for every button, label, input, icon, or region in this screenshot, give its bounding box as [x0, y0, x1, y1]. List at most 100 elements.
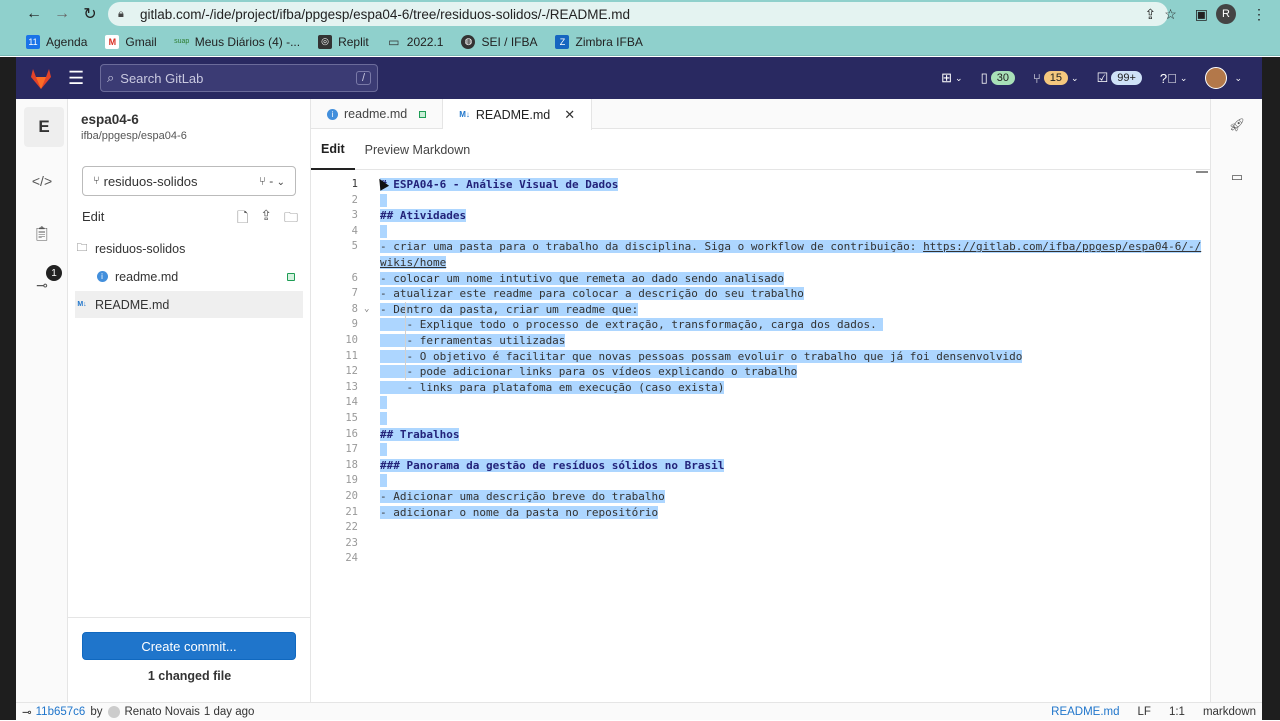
bookmark-replit[interactable]: ◎ Replit [318, 34, 369, 49]
markdown-icon: M↓ [459, 110, 470, 119]
search-input[interactable]: ⌕ Search GitLab / [100, 64, 378, 92]
code-text [380, 224, 387, 240]
bookmark-sei[interactable]: ◍ SEI / IFBA [461, 34, 538, 49]
bookmark-label: SEI / IFBA [481, 34, 538, 49]
zimbra-icon: Z [555, 34, 570, 49]
commit-sha[interactable]: 11b657c6 [36, 706, 86, 718]
code-line: 19 [311, 473, 1196, 489]
branch-selector[interactable]: ⑂ residuos-solidos ⑂ - ⌄ [82, 166, 296, 196]
window-edge-right [1262, 57, 1280, 720]
tab-readme-lower[interactable]: i readme.md [311, 99, 444, 129]
selected-text: ### Panorama da gestão de resíduos sólid… [380, 458, 725, 472]
tab-label: README.md [475, 107, 551, 122]
review-clipboard-icon[interactable]: 📋︎ [32, 223, 52, 243]
replit-icon: ◎ [318, 34, 333, 49]
code-text: ## Trabalhos [380, 427, 460, 443]
info-icon: i [327, 108, 338, 120]
hamburger-menu-icon[interactable]: ☰ [68, 68, 90, 89]
code-icon[interactable]: </> [32, 171, 52, 191]
merge-requests-button[interactable]: ⑂ 15 ⌄ [1033, 71, 1079, 86]
user-avatar [1205, 67, 1228, 89]
status-right: README.md LF 1:1 markdown [1051, 703, 1256, 721]
chevron-down-icon: ⌄ [1179, 72, 1188, 83]
code-line: 16 ## Trabalhos [311, 427, 1196, 443]
bookmark-folder[interactable]: ▭ 2022.1 [387, 35, 443, 49]
suap-icon: suap [174, 38, 190, 45]
selected-text: - criar uma pasta para o trabalho da dis… [380, 240, 924, 254]
selected-text: - Adicionar uma descrição breve do traba… [380, 490, 665, 503]
profile-avatar[interactable]: R [1216, 4, 1236, 24]
project-name[interactable]: espa04-6 [81, 112, 139, 127]
share-icon[interactable]: ⇪ [1144, 6, 1156, 23]
todos-button[interactable]: ☑ 99+ [1097, 70, 1142, 86]
bookmark-label: Meus Diários (4) -... [194, 34, 301, 49]
tree-actions: 🗋︎ ⇪ 🗀︎ [237, 207, 298, 231]
search-placeholder: Search GitLab [120, 70, 204, 86]
gitlab-logo-icon[interactable] [28, 65, 54, 91]
reload-icon[interactable]: ↻ [76, 0, 104, 28]
selected-text: - colocar um nome intutivo que remeta ao… [380, 271, 784, 285]
sidepanel-icon[interactable]: ▣ [1195, 6, 1208, 23]
line-number: 21 [345, 505, 358, 518]
tree-item-folder[interactable]: 🗀︎ residuos-solidos [75, 235, 303, 262]
terminal-icon[interactable]: ▭ [1229, 169, 1245, 185]
code-line: 7 - atualizar este readme para colocar a … [311, 286, 1196, 302]
tree-item-readme-upper[interactable]: M↓ README.md [75, 291, 303, 318]
upload-icon[interactable]: ⇪ [260, 207, 272, 231]
tab-label: readme.md [344, 107, 408, 121]
status-position: 1:1 [1168, 706, 1185, 718]
line-number: 19 [345, 474, 358, 487]
url-text: gitlab.com/-/ide/project/ifba/ppgesp/esp… [140, 6, 630, 22]
selected-text: ## Atividades [380, 209, 467, 223]
line-number: 6 [351, 271, 358, 284]
selected-text: # ESPA04-6 - Análise Visual de Dados [380, 178, 619, 191]
code-line: 22 [311, 520, 1196, 536]
merge-request-dropdown[interactable]: ⑂ - ⌄ [259, 174, 285, 188]
mr-suffix: - [269, 174, 274, 188]
new-file-icon[interactable]: 🗋︎ [237, 207, 248, 231]
chevron-down-icon: ⌄ [1071, 72, 1079, 83]
close-icon[interactable]: ✕ [564, 107, 575, 123]
line-number: 14 [345, 396, 358, 409]
help-button[interactable]: ?⃝ ⌄ [1160, 71, 1188, 86]
selected-text: - O objetivo é facilitar que novas pesso… [380, 349, 1023, 363]
chevron-down-icon: ⌄ [1234, 72, 1242, 83]
chevron-down-icon: ⌄ [955, 72, 963, 83]
code-line: 24 [311, 551, 1196, 567]
tab-edit[interactable]: Edit [311, 130, 355, 170]
bookmark-agenda[interactable]: 11 Agenda [26, 34, 87, 49]
new-folder-icon[interactable]: 🗀︎ [284, 207, 298, 231]
kebab-menu-icon[interactable]: ⋮ [1252, 6, 1266, 23]
forward-icon[interactable]: → [48, 0, 76, 28]
code-line: 20 - Adicionar uma descrição breve do tra… [311, 489, 1196, 505]
selected-text: ## Trabalhos [380, 427, 460, 441]
bookmark-star-icon[interactable]: ☆ [1164, 6, 1177, 23]
globe-icon: ◍ [461, 34, 476, 49]
line-number: 13 [345, 380, 358, 393]
bookmark-zimbra[interactable]: Z Zimbra IFBA [555, 34, 643, 49]
code-link[interactable]: https://gitlab.com/ifba/ppgesp/espa04-6/… [923, 240, 1202, 254]
tab-preview-markdown[interactable]: Preview Markdown [355, 130, 481, 170]
code-line: 13 - links para platafoma em execução (c… [311, 380, 1196, 396]
tab-readme-upper[interactable]: M↓ README.md ✕ [443, 99, 593, 130]
tree-item-readme-lower[interactable]: i readme.md [75, 263, 303, 290]
issues-button[interactable]: ▯ 30 [981, 70, 1015, 86]
rocket-icon[interactable]: 🚀︎ [1229, 117, 1246, 133]
code-text [380, 473, 387, 489]
code-text: ## Atividades [380, 208, 467, 224]
address-bar[interactable]: 🔒︎ gitlab.com/-/ide/project/ifba/ppgesp/… [108, 2, 1168, 26]
back-icon[interactable]: ← [20, 0, 48, 28]
code-line: 3 ## Atividades [311, 208, 1196, 224]
bookmark-suap[interactable]: suap Meus Diários (4) -... [174, 34, 301, 49]
bookmark-gmail[interactable]: M Gmail [105, 34, 157, 49]
code-link[interactable]: wikis/home [380, 256, 447, 269]
user-menu-button[interactable]: ⌄ [1205, 67, 1242, 89]
fold-chevron-icon[interactable]: ⌄ [364, 302, 369, 318]
line-number: 15 [345, 412, 358, 424]
create-new-button[interactable]: ⊞ ⌄ [941, 70, 962, 86]
create-commit-button[interactable]: Create commit... [82, 632, 296, 660]
project-avatar[interactable]: E [24, 107, 64, 147]
code-text: - colocar um nome intutivo que remeta ao… [380, 271, 784, 287]
code-line: 14 [311, 395, 1196, 411]
code-line: 11 - O objetivo é facilitar que novas pe… [311, 349, 1196, 365]
